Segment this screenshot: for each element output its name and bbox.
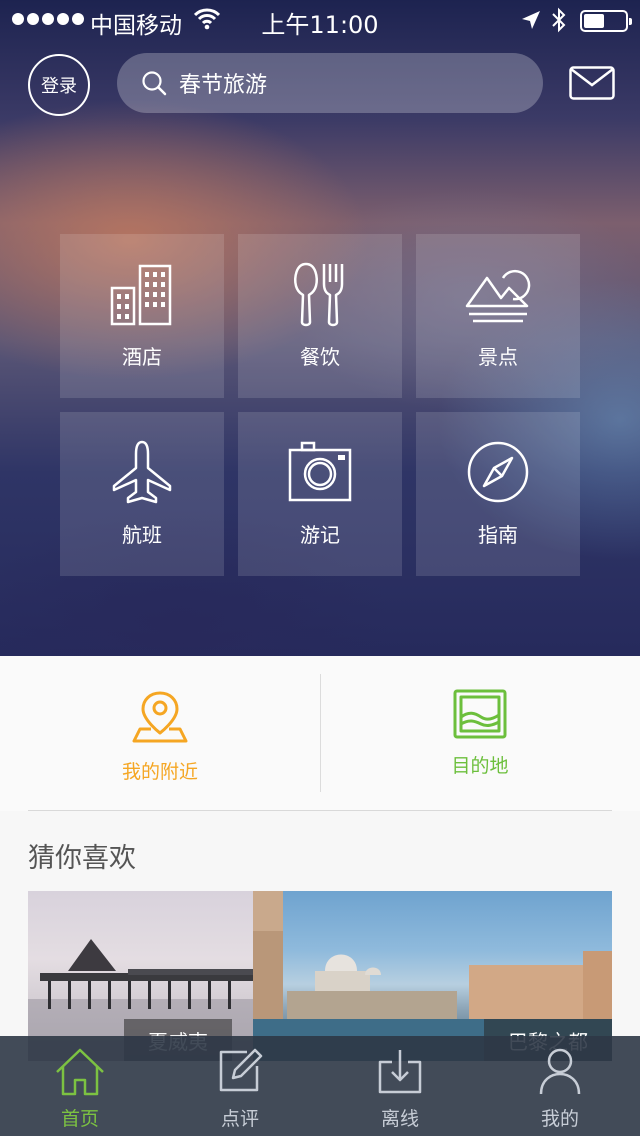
- spoon-fork-icon: [294, 262, 344, 327]
- category-hotel[interactable]: 酒店: [60, 234, 224, 398]
- category-label: 酒店: [122, 345, 162, 369]
- login-button[interactable]: 登录: [28, 54, 90, 116]
- tab-review[interactable]: 点评: [160, 1036, 320, 1136]
- download-icon: [378, 1050, 422, 1094]
- landscape-picture-icon: [453, 689, 507, 739]
- search-input[interactable]: 春节旅游: [179, 67, 267, 99]
- hero-background: 中国移动 上午11:00 登录 春节旅游 酒店 餐饮 景点 航班 游记 指南: [0, 0, 640, 656]
- category-travelogue[interactable]: 游记: [238, 412, 402, 576]
- location-pin-icon: [132, 691, 188, 743]
- category-label: 游记: [300, 523, 340, 547]
- category-label: 指南: [478, 523, 518, 547]
- nearby-label: 我的附近: [121, 761, 198, 783]
- tab-label: 离线: [380, 1108, 419, 1130]
- location-arrow-icon: [522, 11, 540, 29]
- tab-offline[interactable]: 离线: [320, 1036, 480, 1136]
- status-time: 上午11:00: [261, 11, 379, 39]
- bluetooth-icon: [552, 7, 566, 33]
- tab-profile[interactable]: 我的: [480, 1036, 640, 1136]
- category-attractions[interactable]: 景点: [416, 234, 580, 398]
- hotel-building-icon: [110, 264, 172, 326]
- divider: [28, 810, 612, 811]
- mail-icon[interactable]: [569, 66, 615, 100]
- category-label: 景点: [478, 345, 518, 369]
- category-label: 航班: [122, 523, 162, 547]
- destination-button[interactable]: 目的地: [320, 656, 640, 811]
- divider: [320, 674, 321, 792]
- tab-label: 点评: [220, 1108, 259, 1130]
- compass-icon: [467, 441, 529, 503]
- home-icon: [56, 1048, 104, 1096]
- category-flights[interactable]: 航班: [60, 412, 224, 576]
- tab-home[interactable]: 首页: [0, 1036, 160, 1136]
- search-bar[interactable]: 春节旅游: [117, 53, 543, 113]
- tab-label: 首页: [60, 1108, 99, 1130]
- status-bar: 中国移动 上午11:00: [0, 0, 640, 40]
- camera-icon: [288, 441, 352, 502]
- tab-label: 我的: [540, 1108, 579, 1130]
- category-label: 餐饮: [300, 345, 340, 369]
- airplane-icon: [112, 440, 172, 504]
- tab-bar: 首页 点评 离线 我的: [0, 1036, 640, 1136]
- search-icon: [142, 71, 167, 96]
- category-guide[interactable]: 指南: [416, 412, 580, 576]
- section-title: 猜你喜欢: [28, 843, 136, 874]
- user-icon: [539, 1048, 581, 1095]
- edit-review-icon: [219, 1048, 263, 1092]
- category-dining[interactable]: 餐饮: [238, 234, 402, 398]
- nearby-button[interactable]: 我的附近: [0, 656, 320, 811]
- battery-icon: [580, 10, 632, 32]
- mountain-sun-icon: [465, 269, 531, 323]
- destination-label: 目的地: [451, 755, 509, 777]
